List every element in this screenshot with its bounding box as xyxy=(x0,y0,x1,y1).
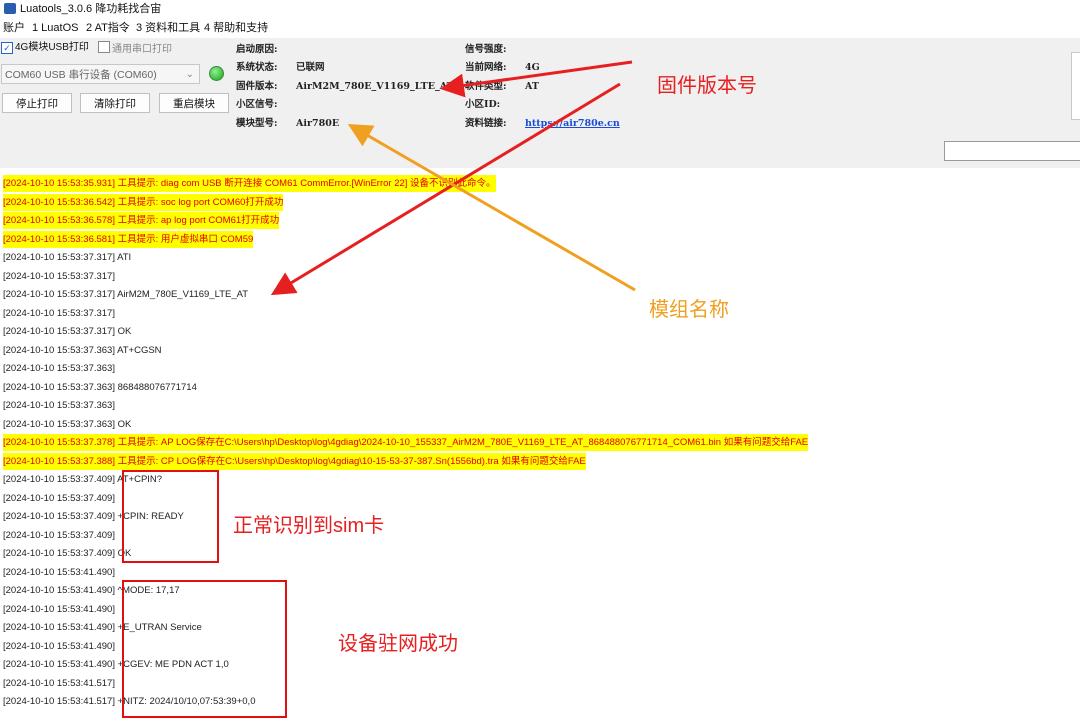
boot-reason-label: 启动原因: xyxy=(236,44,278,55)
menu-item-at[interactable]: 2 AT指令 xyxy=(86,18,130,38)
log-line: [2024-10-10 15:53:37.409] xyxy=(3,529,115,541)
current-network-value: 4G xyxy=(525,62,540,73)
checkbox-empty-icon xyxy=(98,41,110,53)
firmware-version-annotation: 固件版本号 xyxy=(657,75,757,97)
serial-print-label: 通用串口打印 xyxy=(112,44,172,55)
log-line: [2024-10-10 15:53:37.388] 工具提示: CP LOG保存… xyxy=(3,452,586,470)
log-line: [2024-10-10 15:53:37.317] xyxy=(3,270,115,282)
system-status-label: 系统状态: xyxy=(236,62,278,73)
log-line: [2024-10-10 15:53:37.363] OK xyxy=(3,418,132,430)
cell-signal-label: 小区信号: xyxy=(236,99,278,110)
serial-print-checkbox[interactable]: 通用串口打印 xyxy=(98,41,172,57)
log-line: [2024-10-10 15:53:35.931] 工具提示: diag com… xyxy=(3,175,496,192)
window-title: Luatools_3.0.6 降功耗找合宙 xyxy=(20,3,162,15)
com-port-select[interactable]: COM60 USB 串行设备 (COM60) ⌄ xyxy=(1,64,200,84)
log-line: [2024-10-10 15:53:37.409] OK xyxy=(3,548,132,559)
stop-print-button[interactable]: 停止打印 xyxy=(2,93,72,113)
log-line: [2024-10-10 15:53:37.363] xyxy=(3,400,115,411)
log-line: [2024-10-10 15:53:37.317] OK xyxy=(3,326,132,337)
sim-highlight-box xyxy=(122,470,219,563)
checkmark-icon: ✓ xyxy=(1,42,13,54)
log-line: [2024-10-10 15:53:36.542] 工具提示: soc log … xyxy=(3,193,284,211)
side-panel-edge xyxy=(1071,52,1080,120)
software-type-label: 软件类型: xyxy=(465,81,507,92)
log-line: [2024-10-10 15:53:37.363] 86848807677171… xyxy=(3,381,197,393)
log-line: [2024-10-10 15:53:37.363] AT+CGSN xyxy=(3,344,162,356)
firmware-version-label: 固件版本: xyxy=(236,81,278,92)
firmware-version-value: AirM2M_780E_V1169_LTE_AT xyxy=(296,81,454,92)
network-highlight-box xyxy=(122,580,287,718)
log-line: [2024-10-10 15:53:41.490] xyxy=(3,603,115,615)
log-line: [2024-10-10 15:53:36.578] 工具提示: ap log p… xyxy=(3,212,280,229)
command-input[interactable] xyxy=(944,141,1080,161)
module-model-value: Air780E xyxy=(296,118,340,129)
module-name-annotation: 模组名称 xyxy=(649,299,729,321)
menu-bar: 账户 1 LuatOS 2 AT指令 3 资料和工具 4 帮助和支持 xyxy=(0,18,1080,38)
menu-item-help[interactable]: 4 帮助和支持 xyxy=(204,18,268,38)
log-line: [2024-10-10 15:53:37.317] ATI xyxy=(3,252,132,263)
log-line: [2024-10-10 15:53:37.363] xyxy=(3,363,115,374)
app-icon xyxy=(4,3,16,14)
restart-module-button[interactable]: 重启模块 xyxy=(159,93,229,113)
log-line: [2024-10-10 15:53:37.378] 工具提示: AP LOG保存… xyxy=(3,434,809,451)
module-model-label: 模块型号: xyxy=(236,118,278,129)
title-bar: Luatools_3.0.6 降功耗找合宙 xyxy=(0,0,1080,18)
control-panel: ✓ 4G模块USB打印 通用串口打印 COM60 USB 串行设备 (COM60)… xyxy=(0,38,1080,168)
log-line: [2024-10-10 15:53:36.581] 工具提示: 用户虚拟串口 C… xyxy=(3,230,254,248)
com-port-value: COM60 USB 串行设备 (COM60) xyxy=(5,69,157,81)
chevron-down-icon: ⌄ xyxy=(185,69,194,80)
log-line: [2024-10-10 15:53:37.317] xyxy=(3,307,115,319)
usb-print-checkbox[interactable]: ✓ 4G模块USB打印 xyxy=(1,41,89,55)
system-status-value: 已联网 xyxy=(296,62,325,73)
menu-item-tools[interactable]: 3 资料和工具 xyxy=(136,18,200,38)
docs-link-label: 资料链接: xyxy=(465,118,507,129)
menu-item-account[interactable]: 账户 xyxy=(3,18,25,38)
menu-item-luatos[interactable]: 1 LuatOS xyxy=(32,18,78,38)
log-line: [2024-10-10 15:53:41.517] xyxy=(3,677,115,689)
usb-print-label: 4G模块USB打印 xyxy=(15,42,89,53)
docs-link[interactable]: https://air780e.cn xyxy=(525,117,620,131)
sim-ok-annotation: 正常识别到sim卡 xyxy=(233,515,385,537)
cell-id-label: 小区ID: xyxy=(465,99,501,110)
status-led-icon xyxy=(209,66,224,81)
log-line: [2024-10-10 15:53:41.490] xyxy=(3,640,115,652)
current-network-label: 当前网络: xyxy=(465,62,507,73)
clear-print-button[interactable]: 清除打印 xyxy=(80,93,150,113)
software-type-value: AT xyxy=(525,81,539,92)
log-line: [2024-10-10 15:53:37.317] AirM2M_780E_V1… xyxy=(3,289,249,300)
network-ok-annotation: 设备驻网成功 xyxy=(338,633,458,655)
log-line: [2024-10-10 15:53:37.409] xyxy=(3,492,115,504)
signal-strength-label: 信号强度: xyxy=(465,44,507,55)
log-line: [2024-10-10 15:53:41.490] xyxy=(3,566,115,578)
